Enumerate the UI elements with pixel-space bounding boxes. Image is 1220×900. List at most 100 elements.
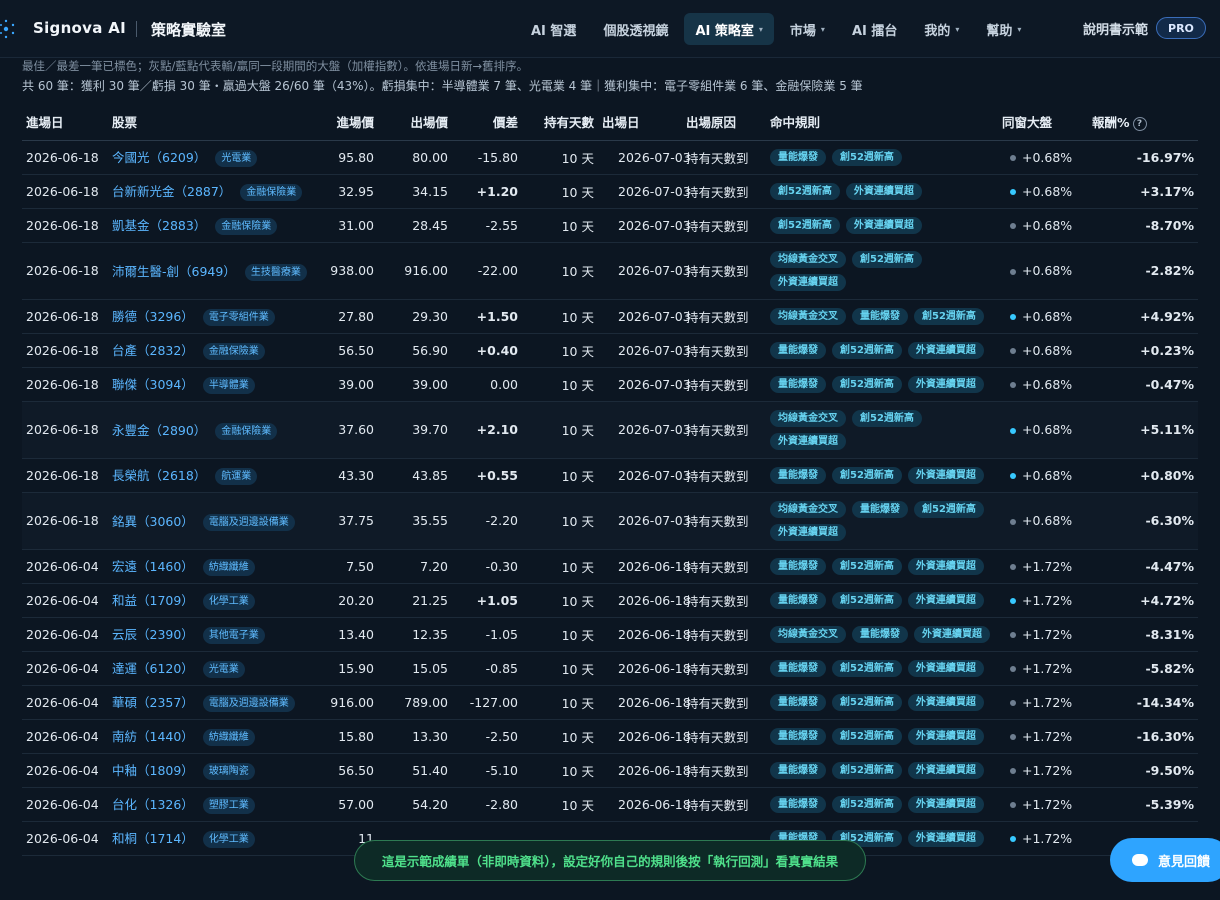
col-market[interactable]: 同窗大盤	[998, 104, 1084, 141]
col-hold-days[interactable]: 持有天數	[522, 104, 598, 141]
industry-tag[interactable]: 半導體業	[202, 377, 255, 394]
industry-tag[interactable]: 航運業	[215, 468, 258, 485]
stock-link[interactable]: 和桐（1714）	[112, 831, 194, 846]
rule-chip[interactable]: 量能爆發	[770, 466, 826, 484]
rule-chip[interactable]: 量能爆發	[770, 795, 826, 813]
rule-chip[interactable]: 均線黃金交叉	[770, 409, 846, 427]
rule-chip[interactable]: 外資連續買超	[770, 432, 846, 450]
rule-chip[interactable]: 量能爆發	[770, 148, 826, 166]
industry-tag[interactable]: 金融保險業	[215, 218, 278, 235]
rule-chip[interactable]: 量能爆發	[770, 591, 826, 609]
rule-chip[interactable]: 外資連續買超	[907, 795, 984, 813]
rule-chip[interactable]: 創52週新高	[832, 693, 902, 711]
industry-tag[interactable]: 其他電子業	[202, 627, 265, 644]
industry-tag[interactable]: 塑膠工業	[202, 797, 255, 814]
rule-chip[interactable]: 創52週新高	[914, 307, 984, 325]
rule-chip[interactable]: 外資連續買超	[907, 761, 984, 779]
rule-chip[interactable]: 創52週新高	[832, 659, 902, 677]
stock-link[interactable]: 南紡（1440）	[112, 729, 194, 744]
rule-chip[interactable]: 均線黃金交叉	[770, 500, 846, 518]
manual-demo-link[interactable]: 說明書示範	[1083, 19, 1148, 38]
rule-chip[interactable]: 外資連續買超	[907, 829, 984, 847]
logo-icon[interactable]	[0, 18, 22, 40]
stock-link[interactable]: 台化（1326）	[112, 797, 194, 812]
rule-chip[interactable]: 外資連續買超	[907, 375, 984, 393]
stock-link[interactable]: 今國光（6209）	[112, 150, 206, 165]
rule-chip[interactable]: 創52週新高	[832, 591, 902, 609]
stock-link[interactable]: 沛爾生醫-創（6949）	[112, 264, 236, 279]
col-rules[interactable]: 命中規則	[766, 104, 998, 141]
feedback-button[interactable]: 意見回饋	[1110, 838, 1220, 882]
stock-link[interactable]: 宏遠（1460）	[112, 559, 194, 574]
nav-item-4[interactable]: AI 擂台	[841, 13, 908, 45]
rule-chip[interactable]: 均線黃金交叉	[770, 250, 846, 268]
rule-chip[interactable]: 量能爆發	[770, 375, 826, 393]
stock-link[interactable]: 勝德（3296）	[112, 309, 194, 324]
rule-chip[interactable]: 創52週新高	[770, 182, 840, 200]
rule-chip[interactable]: 創52週新高	[832, 375, 902, 393]
rule-chip[interactable]: 量能爆發	[852, 500, 908, 518]
rule-chip[interactable]: 量能爆發	[770, 693, 826, 711]
stock-link[interactable]: 長榮航（2618）	[112, 468, 206, 483]
rule-chip[interactable]: 外資連續買超	[907, 693, 984, 711]
industry-tag[interactable]: 化學工業	[202, 831, 255, 848]
rule-chip[interactable]: 量能爆發	[770, 557, 826, 575]
industry-tag[interactable]: 金融保險業	[240, 184, 303, 201]
col-exit-date[interactable]: 出場日	[598, 104, 682, 141]
nav-item-1[interactable]: 個股透視鏡	[592, 13, 679, 45]
rule-chip[interactable]: 創52週新高	[832, 761, 902, 779]
rule-chip[interactable]: 外資連續買超	[907, 557, 984, 575]
industry-tag[interactable]: 光電業	[202, 661, 245, 678]
rule-chip[interactable]: 外資連續買超	[770, 523, 846, 541]
col-exit-reason[interactable]: 出場原因	[682, 104, 766, 141]
industry-tag[interactable]: 玻璃陶瓷	[202, 763, 255, 780]
rule-chip[interactable]: 量能爆發	[852, 307, 908, 325]
nav-item-0[interactable]: AI 智選	[520, 13, 587, 45]
nav-item-3[interactable]: 市場 ▾	[779, 13, 836, 45]
rule-chip[interactable]: 外資連續買超	[770, 273, 846, 291]
industry-tag[interactable]: 紡織纖維	[202, 559, 255, 576]
rule-chip[interactable]: 量能爆發	[770, 341, 826, 359]
col-stock[interactable]: 股票	[108, 104, 316, 141]
col-entry-date[interactable]: 進場日	[22, 104, 108, 141]
rule-chip[interactable]: 外資連續買超	[907, 727, 984, 745]
rule-chip[interactable]: 創52週新高	[832, 795, 902, 813]
pro-badge[interactable]: PRO	[1156, 17, 1206, 39]
stock-link[interactable]: 凱基金（2883）	[112, 218, 206, 233]
nav-item-6[interactable]: 幫助 ▾	[975, 13, 1032, 45]
rule-chip[interactable]: 創52週新高	[914, 500, 984, 518]
industry-tag[interactable]: 光電業	[215, 150, 258, 167]
col-exit-price[interactable]: 出場價	[378, 104, 452, 141]
stock-link[interactable]: 華碩（2357）	[112, 695, 194, 710]
stock-link[interactable]: 聯傑（3094）	[112, 377, 194, 392]
stock-link[interactable]: 台新新光金（2887）	[112, 184, 231, 199]
rule-chip[interactable]: 外資連續買超	[907, 659, 984, 677]
industry-tag[interactable]: 金融保險業	[202, 343, 265, 360]
col-diff[interactable]: 價差	[452, 104, 522, 141]
industry-tag[interactable]: 金融保險業	[215, 422, 278, 440]
stock-link[interactable]: 和益（1709）	[112, 593, 194, 608]
rule-chip[interactable]: 創52週新高	[832, 557, 902, 575]
nav-item-2[interactable]: AI 策略室 ▾	[684, 13, 774, 45]
stock-link[interactable]: 中釉（1809）	[112, 763, 194, 778]
rule-chip[interactable]: 外資連續買超	[907, 341, 984, 359]
rule-chip[interactable]: 量能爆發	[770, 761, 826, 779]
col-return[interactable]: 報酬%?	[1084, 104, 1198, 141]
rule-chip[interactable]: 創52週新高	[832, 148, 902, 166]
rule-chip[interactable]: 創52週新高	[832, 341, 902, 359]
help-icon[interactable]: ?	[1132, 116, 1147, 131]
rule-chip[interactable]: 均線黃金交叉	[770, 307, 846, 325]
industry-tag[interactable]: 化學工業	[202, 593, 255, 610]
stock-link[interactable]: 達運（6120）	[112, 661, 194, 676]
rule-chip[interactable]: 外資連續買超	[914, 625, 990, 643]
brand-name[interactable]: Signova AI	[33, 19, 126, 37]
rule-chip[interactable]: 量能爆發	[770, 659, 826, 677]
rule-chip[interactable]: 創52週新高	[852, 250, 922, 268]
rule-chip[interactable]: 量能爆發	[770, 727, 826, 745]
rule-chip[interactable]: 外資連續買超	[845, 182, 922, 200]
stock-link[interactable]: 銘異（3060）	[112, 514, 194, 529]
rule-chip[interactable]: 創52週新高	[832, 466, 902, 484]
rule-chip[interactable]: 創52週新高	[770, 216, 840, 234]
stock-link[interactable]: 云辰（2390）	[112, 627, 194, 642]
rule-chip[interactable]: 外資連續買超	[907, 591, 984, 609]
